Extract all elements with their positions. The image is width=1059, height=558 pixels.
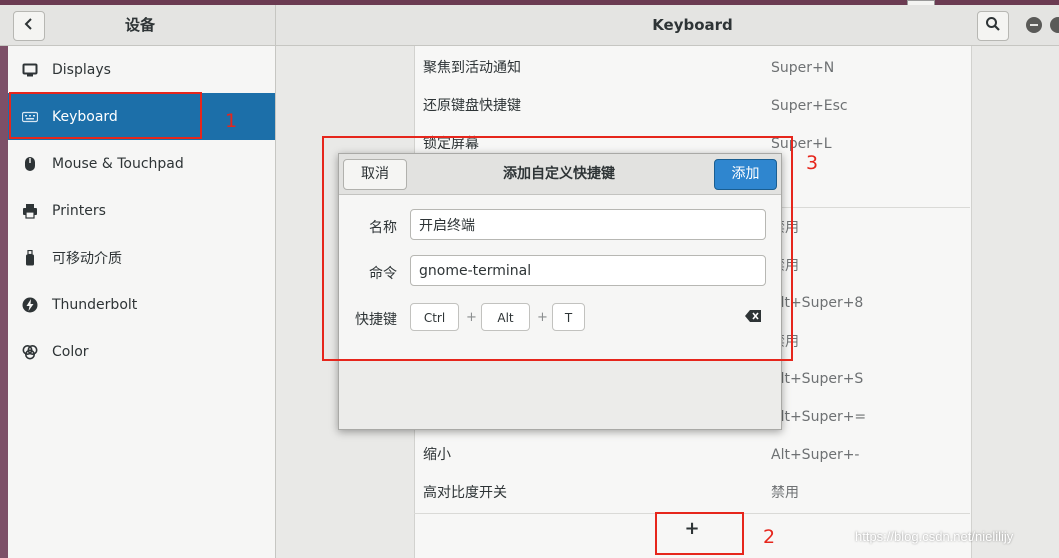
annotation-box-3 <box>322 136 793 361</box>
sidebar-item-label: Mouse & Touchpad <box>52 155 184 172</box>
sidebar-item-removable-media[interactable]: 可移动介质 <box>8 234 275 281</box>
annotation-box-2 <box>655 512 744 555</box>
shortcut-name: 高对比度开关 <box>423 485 507 501</box>
sidebar-item-label: Thunderbolt <box>52 296 138 313</box>
shortcut-row[interactable]: 高对比度开关 禁用 <box>414 471 970 509</box>
thunderbolt-icon <box>22 297 38 313</box>
shortcut-row[interactable]: 还原键盘快捷键 Super+Esc <box>414 84 970 122</box>
shortcut-row[interactable]: 缩小 Alt+Super+- <box>414 433 970 471</box>
sidebar-item-label: Color <box>52 343 89 360</box>
sidebar-item-mouse-touchpad[interactable]: Mouse & Touchpad <box>8 140 275 187</box>
mouse-icon <box>22 156 38 172</box>
header-divider <box>275 5 276 45</box>
sidebar-title: 设备 <box>124 16 155 34</box>
annotation-number-2: 2 <box>763 526 776 548</box>
sidebar-item-printers[interactable]: Printers <box>8 187 275 234</box>
shortcut-row[interactable]: 聚焦到活动通知 Super+N <box>414 46 970 84</box>
annotation-box-1 <box>9 92 202 139</box>
annotation-number-1: 1 <box>225 110 238 132</box>
search-icon <box>985 16 1001 36</box>
printer-icon <box>22 203 38 219</box>
desktop-left-edge <box>0 46 8 558</box>
chevron-left-icon <box>23 17 35 35</box>
sidebar-item-label: 可移动介质 <box>52 250 122 267</box>
removable-media-icon <box>22 249 38 266</box>
minimize-button[interactable] <box>1026 17 1042 33</box>
maximize-button[interactable] <box>1050 17 1059 33</box>
back-button[interactable] <box>13 11 45 41</box>
annotation-number-3: 3 <box>806 152 819 174</box>
shortcut-accel: 禁用 <box>771 485 799 501</box>
sidebar-item-displays[interactable]: Displays <box>8 46 275 93</box>
display-icon <box>22 62 38 78</box>
sidebar-item-color[interactable]: Color <box>8 328 275 375</box>
sidebar-item-thunderbolt[interactable]: Thunderbolt <box>8 281 275 328</box>
search-button[interactable] <box>977 11 1009 41</box>
sidebar-item-label: Printers <box>52 202 106 219</box>
watermark: https://blog.csdn.net/nielilijy <box>855 529 1014 544</box>
color-icon <box>22 344 38 360</box>
page-title: Keyboard <box>652 16 733 34</box>
sidebar-item-label: Displays <box>52 61 111 78</box>
